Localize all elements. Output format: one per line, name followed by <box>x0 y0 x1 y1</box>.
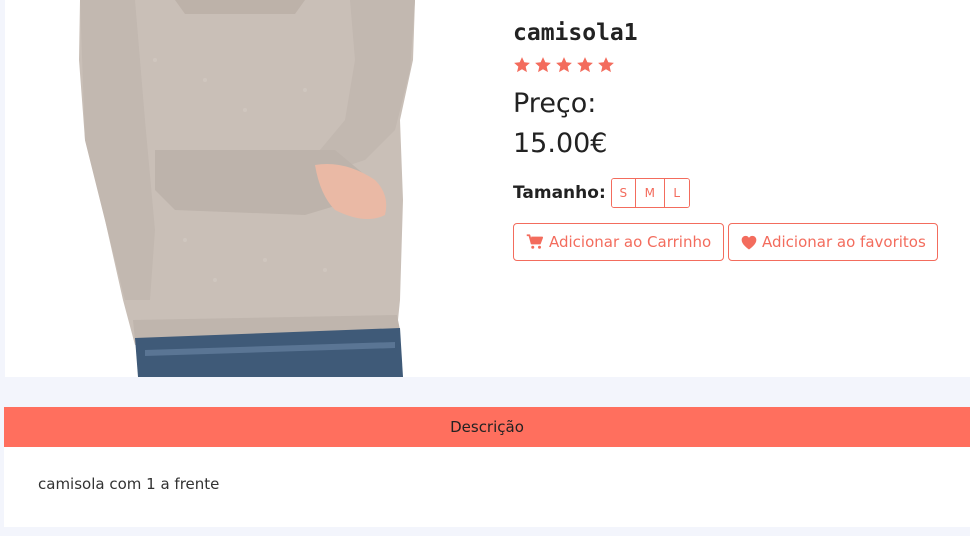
product-panel: camisola1 Preço: 15.00€ Tamanho: S M L A <box>5 0 970 377</box>
description-body: camisola com 1 a frente <box>4 447 970 527</box>
star-icon <box>598 57 614 73</box>
add-to-favorites-label: Adicionar ao favoritos <box>762 233 926 251</box>
description-text: camisola com 1 a frente <box>38 475 220 493</box>
star-icon <box>514 57 530 73</box>
description-header-label: Descrição <box>450 418 524 436</box>
star-icon <box>577 57 593 73</box>
description-header[interactable]: Descrição <box>4 407 970 447</box>
size-button-group: S M L <box>610 178 690 208</box>
star-icon <box>535 57 551 73</box>
add-to-favorites-button[interactable]: Adicionar ao favoritos <box>728 223 938 261</box>
add-to-cart-button[interactable]: Adicionar ao Carrinho <box>513 223 724 261</box>
price-label: Preço: <box>513 88 597 119</box>
size-selector: Tamanho: S M L <box>513 178 690 208</box>
star-icon <box>556 57 572 73</box>
add-to-cart-label: Adicionar ao Carrinho <box>549 233 712 251</box>
heart-icon <box>741 235 757 250</box>
size-button-m[interactable]: M <box>635 179 665 207</box>
size-button-l[interactable]: L <box>664 179 689 207</box>
sweater-photo-icon <box>5 0 495 377</box>
cart-icon <box>526 234 544 250</box>
rating-stars <box>513 56 615 74</box>
size-button-s[interactable]: S <box>611 179 636 207</box>
product-name: camisola1 <box>513 20 638 46</box>
price-value: 15.00€ <box>513 128 608 159</box>
size-label: Tamanho: <box>513 183 606 203</box>
product-image <box>5 0 495 377</box>
product-actions: Adicionar ao Carrinho Adicionar ao favor… <box>513 223 938 261</box>
